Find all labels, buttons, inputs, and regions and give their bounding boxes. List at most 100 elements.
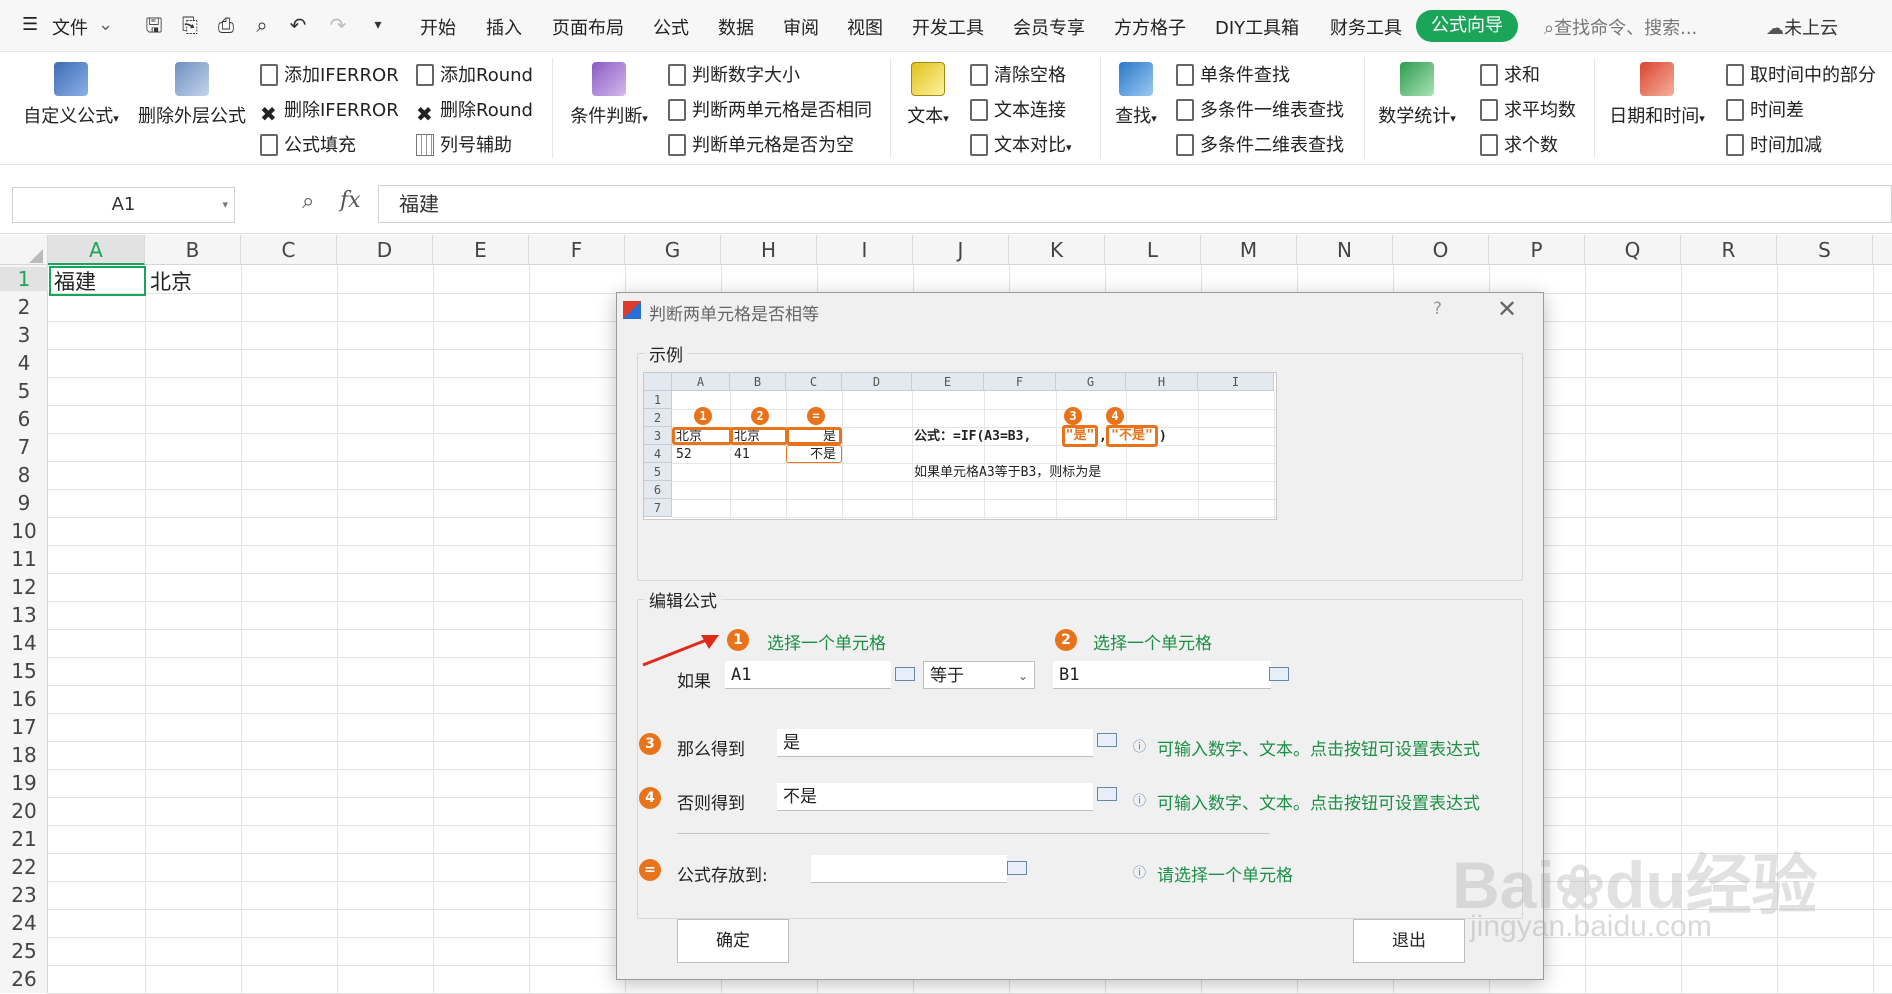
- tab-formula-wizard[interactable]: 公式向导: [1416, 10, 1518, 42]
- column-header[interactable]: E: [433, 235, 529, 265]
- tab-fangfang[interactable]: 方方格子: [1114, 14, 1186, 40]
- search-input[interactable]: ⌕查找命令、搜索...: [1544, 14, 1697, 40]
- column-header[interactable]: D: [337, 235, 433, 265]
- column-header[interactable]: A: [48, 235, 145, 265]
- time-part-button[interactable]: 取时间中的部分: [1726, 62, 1876, 90]
- chevron-down-icon[interactable]: ▾: [222, 188, 228, 222]
- del-iferror-button[interactable]: ✖ 删除IFERROR: [260, 97, 399, 125]
- tab-finance[interactable]: 财务工具: [1330, 14, 1402, 40]
- column-header[interactable]: N: [1297, 235, 1393, 265]
- custom-formula-button[interactable]: 自定义公式▾: [18, 62, 124, 128]
- range-pick-icon[interactable]: [895, 667, 915, 681]
- row-header[interactable]: 9: [0, 491, 48, 515]
- tab-review[interactable]: 审阅: [783, 14, 819, 40]
- chevron-down-icon[interactable]: ⌄: [98, 14, 113, 35]
- tab-view[interactable]: 视图: [847, 14, 883, 40]
- exit-button[interactable]: 退出: [1353, 919, 1465, 963]
- cloud-status[interactable]: ☁未上云: [1766, 14, 1838, 40]
- row-header[interactable]: 14: [0, 631, 48, 655]
- row-header[interactable]: 6: [0, 407, 48, 431]
- column-header[interactable]: G: [625, 235, 721, 265]
- time-diff-button[interactable]: 时间差: [1726, 97, 1804, 125]
- judge-number-button[interactable]: 判断数字大小: [668, 62, 800, 90]
- time-add-button[interactable]: 时间加减: [1726, 132, 1822, 160]
- undo-icon[interactable]: ↶: [286, 13, 310, 37]
- row-header[interactable]: 20: [0, 799, 48, 823]
- tab-diy-toolbox[interactable]: DIY工具箱: [1215, 14, 1299, 40]
- ok-button[interactable]: 确定: [677, 919, 789, 963]
- multi-1d-lookup-button[interactable]: 多条件一维表查找: [1176, 97, 1344, 125]
- row-header[interactable]: 15: [0, 659, 48, 683]
- column-header[interactable]: J: [913, 235, 1009, 265]
- column-header[interactable]: P: [1489, 235, 1585, 265]
- row-header[interactable]: 12: [0, 575, 48, 599]
- row-header[interactable]: 21: [0, 827, 48, 851]
- row-header[interactable]: 18: [0, 743, 48, 767]
- column-header[interactable]: O: [1393, 235, 1489, 265]
- cell-1-input[interactable]: A1: [725, 661, 891, 689]
- column-header[interactable]: F: [529, 235, 625, 265]
- judge-equal-button[interactable]: 判断两单元格是否相同: [668, 97, 872, 125]
- text-compare-button[interactable]: 文本对比▾: [970, 132, 1072, 160]
- count-button[interactable]: 求个数: [1480, 132, 1558, 160]
- tab-page-layout[interactable]: 页面布局: [552, 14, 624, 40]
- help-button[interactable]: ?: [1433, 299, 1442, 319]
- column-helper-button[interactable]: 列号辅助: [416, 132, 512, 160]
- row-header[interactable]: 17: [0, 715, 48, 739]
- multi-2d-lookup-button[interactable]: 多条件二维表查找: [1176, 132, 1344, 160]
- row-header[interactable]: 13: [0, 603, 48, 627]
- lookup-button[interactable]: 查找▾: [1108, 62, 1164, 128]
- formula-fill-button[interactable]: 公式填充: [260, 132, 356, 160]
- sum-button[interactable]: 求和: [1480, 62, 1540, 90]
- cell-2-input[interactable]: B1: [1053, 661, 1271, 689]
- row-header[interactable]: 10: [0, 519, 48, 543]
- column-header[interactable]: I: [817, 235, 913, 265]
- redo-icon[interactable]: ↷: [326, 13, 350, 37]
- select-all-corner[interactable]: [0, 235, 48, 265]
- expression-pick-icon[interactable]: [1097, 787, 1117, 801]
- text-join-button[interactable]: 文本连接: [970, 97, 1066, 125]
- file-menu[interactable]: 文件: [52, 14, 88, 40]
- del-round-button[interactable]: ✖ 删除Round: [416, 97, 533, 125]
- tab-member[interactable]: 会员专享: [1013, 14, 1085, 40]
- column-header[interactable]: K: [1009, 235, 1105, 265]
- name-box[interactable]: A1 ▾: [12, 187, 235, 223]
- row-header[interactable]: 1: [0, 267, 48, 291]
- row-header[interactable]: 11: [0, 547, 48, 571]
- row-header[interactable]: 26: [0, 967, 48, 991]
- datetime-button[interactable]: 日期和时间▾: [1604, 62, 1710, 128]
- tab-developer[interactable]: 开发工具: [912, 14, 984, 40]
- export-icon[interactable]: ⎘: [178, 13, 202, 37]
- row-header[interactable]: 5: [0, 379, 48, 403]
- row-header[interactable]: 19: [0, 771, 48, 795]
- else-value-input[interactable]: 不是: [777, 783, 1093, 811]
- fx-icon[interactable]: fx: [340, 188, 361, 213]
- judge-empty-button[interactable]: 判断单元格是否为空: [668, 132, 854, 160]
- tab-data[interactable]: 数据: [718, 14, 754, 40]
- column-header[interactable]: C: [241, 235, 337, 265]
- tab-formula[interactable]: 公式: [653, 14, 689, 40]
- remove-outer-formula-button[interactable]: 删除外层公式: [136, 62, 248, 128]
- row-header[interactable]: 22: [0, 855, 48, 879]
- row-header[interactable]: 23: [0, 883, 48, 907]
- column-header[interactable]: B: [145, 235, 241, 265]
- then-value-input[interactable]: 是: [777, 729, 1093, 757]
- range-pick-icon[interactable]: [1269, 667, 1289, 681]
- single-lookup-button[interactable]: 单条件查找: [1176, 62, 1290, 90]
- condition-judge-button[interactable]: 条件判断▾: [566, 62, 652, 128]
- customize-dropdown-icon[interactable]: ▾: [366, 13, 390, 37]
- math-stat-button[interactable]: 数学统计▾: [1372, 62, 1462, 128]
- operator-select[interactable]: 等于 ⌄: [923, 661, 1035, 689]
- add-iferror-button[interactable]: 添加IFERROR: [260, 62, 399, 90]
- formula-input[interactable]: 福建: [378, 185, 1892, 223]
- cell-a1[interactable]: 福建: [54, 268, 96, 296]
- row-header[interactable]: 2: [0, 295, 48, 319]
- range-pick-icon[interactable]: [1007, 861, 1027, 875]
- row-header[interactable]: 25: [0, 939, 48, 963]
- row-header[interactable]: 3: [0, 323, 48, 347]
- row-header[interactable]: 16: [0, 687, 48, 711]
- hamburger-icon[interactable]: ☰: [22, 14, 38, 35]
- print-icon[interactable]: ⎙: [214, 13, 238, 37]
- column-header[interactable]: Q: [1585, 235, 1681, 265]
- column-header[interactable]: L: [1105, 235, 1201, 265]
